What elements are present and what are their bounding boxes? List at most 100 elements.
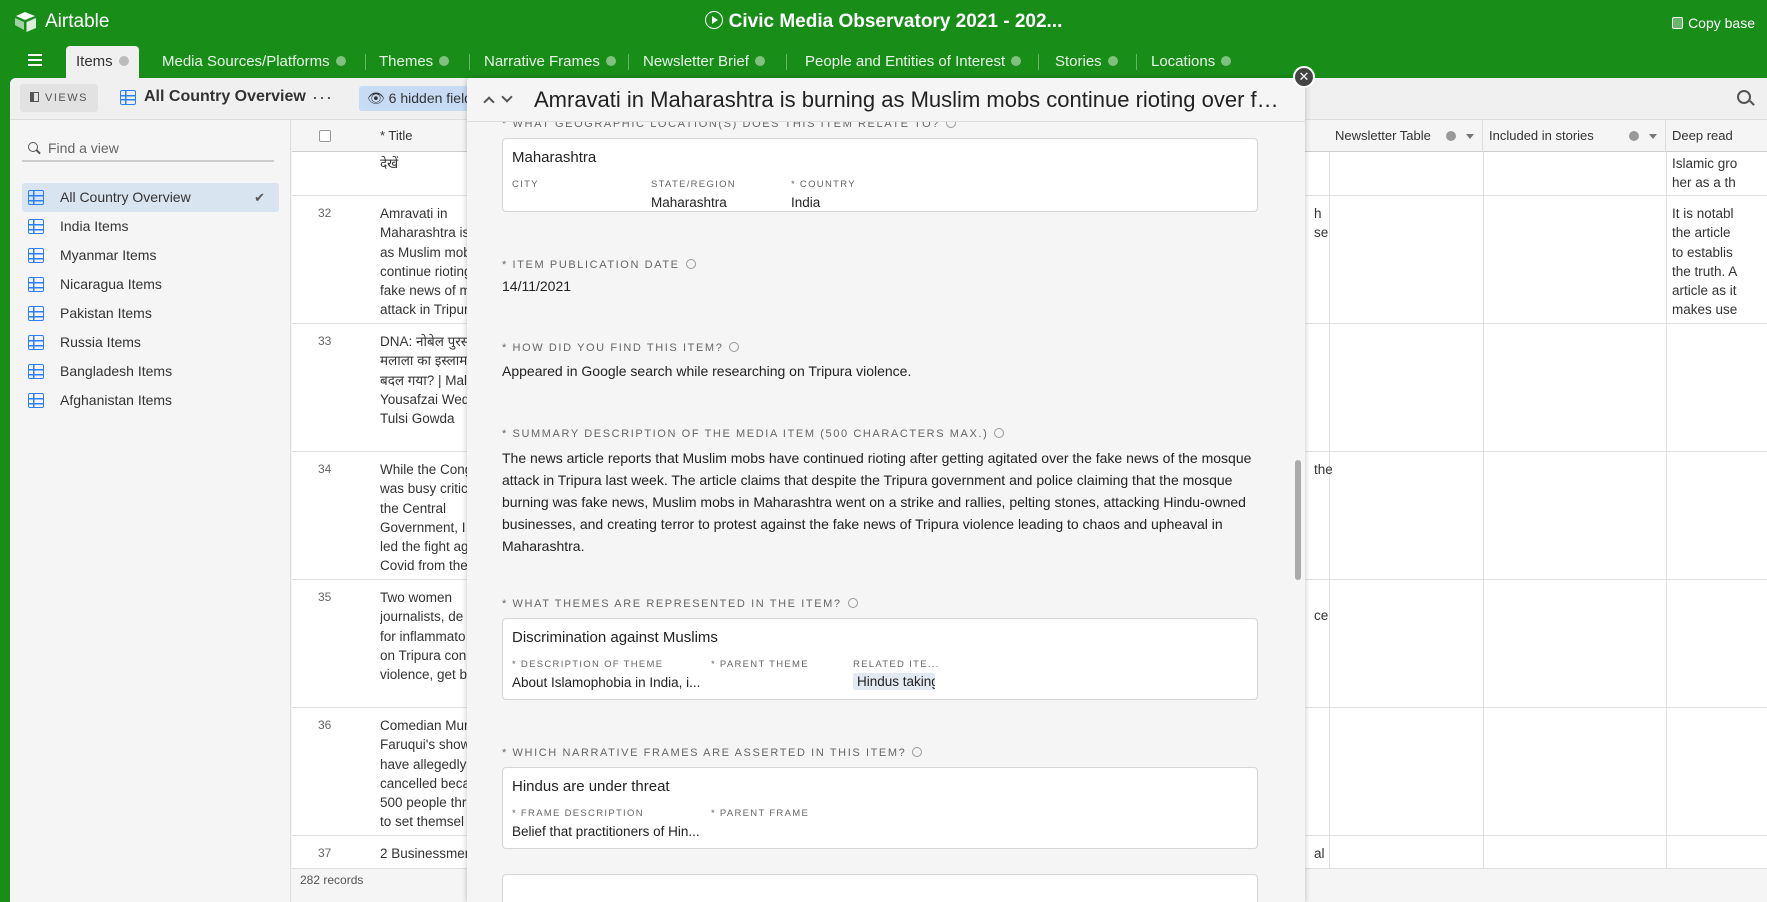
tab-newsletter-brief[interactable]: Newsletter Brief — [633, 46, 775, 78]
sidebar-item-myanmar[interactable]: Myanmar Items — [22, 241, 279, 270]
summary-label: * Summary description of the media item … — [502, 428, 1005, 440]
select-all-checkbox[interactable] — [319, 130, 331, 142]
tab-people-entities[interactable]: People and Entities of Interest — [795, 46, 1031, 78]
theme-name: Discrimination against Muslims — [512, 629, 718, 646]
sidebar-icon — [30, 92, 39, 102]
info-icon — [1446, 131, 1456, 141]
row-number: 34 — [318, 462, 332, 476]
frames-label: * Which narrative frames are asserted in… — [502, 747, 923, 759]
column-header-newsletter[interactable]: Newsletter Table — [1329, 120, 1483, 152]
row-cell: ce — [1314, 608, 1329, 623]
view-menu-icon[interactable]: ··· — [312, 87, 333, 108]
tab-stories[interactable]: Stories — [1045, 46, 1128, 78]
related-item-chip[interactable]: Hindus taking — [853, 673, 935, 690]
tab-narrative-frames[interactable]: Narrative Frames — [474, 46, 626, 78]
sidebar-item-bangladesh[interactable]: Bangladesh Items — [22, 357, 279, 386]
related-items-label: Related ite... — [853, 659, 940, 670]
parent-frame-label: * Parent frame — [711, 808, 810, 819]
search-icon[interactable] — [1737, 90, 1751, 104]
chevron-down-icon[interactable] — [501, 91, 513, 103]
state-label: State/Region — [651, 179, 736, 190]
chevron-down-icon — [1466, 134, 1474, 139]
row-deep-read: Islamic gro her as a th — [1672, 156, 1738, 191]
copy-base-button[interactable]: Copy base — [1672, 15, 1755, 31]
sidebar-item-russia[interactable]: Russia Items — [22, 328, 279, 357]
pubdate-value[interactable]: 14/11/2021 — [502, 275, 571, 297]
sidebar-item-afghanistan[interactable]: Afghanistan Items — [22, 386, 279, 415]
parent-theme-label: * Parent theme — [711, 659, 809, 670]
theme-card[interactable]: Discrimination against Muslims * Descrip… — [502, 618, 1258, 700]
grid-view-icon — [28, 335, 44, 350]
sidebar-item-india[interactable]: India Items — [22, 212, 279, 241]
hide-icon: 👁 — [367, 90, 385, 106]
state-value: Maharashtra — [651, 195, 727, 210]
grid-view-icon — [28, 393, 44, 408]
summary-value[interactable]: The news article reports that Muslim mob… — [502, 447, 1257, 557]
tab-media-sources[interactable]: Media Sources/Platforms — [152, 46, 356, 78]
tab-items[interactable]: Items — [66, 46, 139, 78]
row-number: 32 — [318, 206, 332, 220]
hidden-fields-button[interactable]: 👁 6 hidden fields — [359, 86, 479, 111]
frame-desc: Belief that practitioners of Hin... — [512, 824, 700, 839]
column-header-included[interactable]: Included in stories — [1483, 120, 1666, 152]
grid-view-icon — [28, 306, 44, 321]
expanded-record-modal: Amravati in Maharashtra is burning as Mu… — [467, 78, 1305, 902]
close-icon[interactable]: ✕ — [1293, 66, 1315, 88]
location-card[interactable]: Maharashtra City State/Region Maharashtr… — [502, 138, 1258, 212]
info-icon — [1629, 131, 1639, 141]
frame-name: Hindus are under threat — [512, 778, 670, 795]
table-tabs: Items Media Sources/Platforms Themes Nar… — [0, 46, 1767, 78]
top-bar: Airtable Civic Media Observatory 2021 - … — [0, 0, 1767, 46]
theme-desc-label: * Description of theme — [512, 659, 664, 670]
frame-desc-label: * Frame description — [512, 808, 644, 819]
sidebar-item-pakistan[interactable]: Pakistan Items — [22, 299, 279, 328]
info-icon — [754, 56, 765, 66]
theme-desc: About Islamophobia in India, i... — [512, 675, 701, 690]
column-header-deep-read[interactable]: Deep read — [1666, 120, 1767, 152]
sidebar-item-nicaragua[interactable]: Nicaragua Items — [22, 270, 279, 299]
modal-body: * What geographic location(s) does this … — [467, 118, 1305, 902]
play-icon — [704, 11, 723, 29]
sidebar-item-all-country-overview[interactable]: All Country Overview ✔ — [22, 183, 279, 212]
views-toggle-button[interactable]: VIEWS — [20, 84, 98, 112]
chevron-down-icon — [1649, 134, 1657, 139]
grid-view-icon — [28, 190, 44, 205]
pubdate-label: * Item publication date — [502, 259, 696, 271]
info-icon — [605, 56, 616, 66]
find-view-input[interactable]: Find a view — [22, 134, 274, 162]
record-navigation — [483, 91, 521, 108]
views-sidebar: Find a view All Country Overview ✔ India … — [10, 120, 291, 902]
grid-view-icon — [28, 248, 44, 263]
info-icon — [1221, 56, 1232, 66]
found-value[interactable]: Appeared in Google search while research… — [502, 360, 911, 382]
frame-card[interactable]: Hindus are under threat * Frame descript… — [502, 767, 1258, 849]
info-icon — [685, 259, 696, 269]
record-title: Amravati in Maharashtra is burning as Mu… — [534, 87, 1289, 112]
tab-themes[interactable]: Themes — [369, 46, 459, 78]
info-icon — [439, 56, 450, 66]
next-field-card[interactable] — [502, 874, 1258, 902]
info-icon — [118, 56, 129, 66]
row-number: 35 — [318, 590, 332, 604]
check-icon: ✔ — [254, 190, 265, 205]
tab-locations[interactable]: Locations — [1141, 46, 1241, 78]
modal-scrollbar[interactable] — [1295, 460, 1301, 580]
info-icon — [847, 598, 858, 608]
country-label: * Country — [791, 179, 856, 190]
info-icon — [335, 56, 346, 66]
search-icon — [28, 142, 38, 152]
info-icon — [1011, 56, 1022, 66]
grid-view-icon — [28, 219, 44, 234]
row-deep-read: It is notabl the article to establis the… — [1672, 206, 1738, 318]
info-icon — [912, 747, 923, 757]
city-label: City — [512, 179, 539, 190]
chevron-up-icon[interactable] — [483, 96, 495, 108]
country-value: India — [791, 195, 821, 210]
hamburger-menu-icon[interactable] — [28, 54, 42, 69]
grid-view-icon — [28, 277, 44, 292]
base-title[interactable]: Civic Media Observatory 2021 - 202... — [0, 11, 1767, 33]
grid-view-icon — [120, 89, 136, 105]
found-label: * How did you find this item? — [502, 342, 740, 354]
current-view-name[interactable]: All Country Overview — [120, 88, 306, 106]
grid-view-icon — [28, 364, 44, 379]
